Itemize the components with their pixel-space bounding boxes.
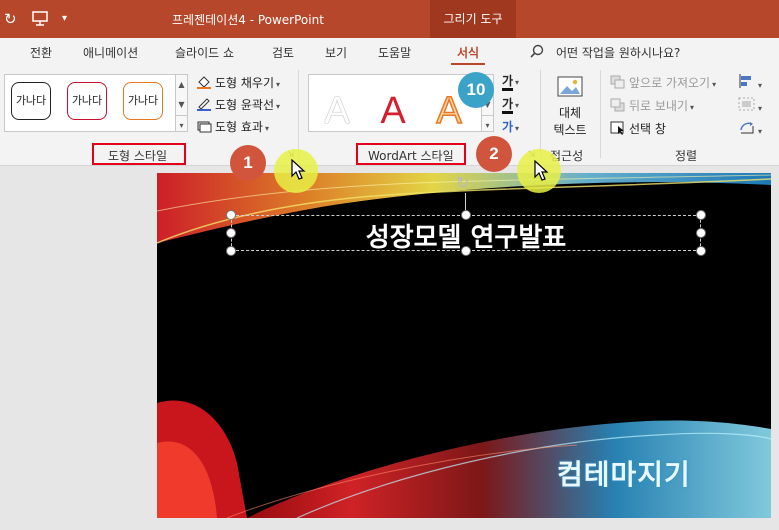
wordart-style-thumb[interactable]: A [317, 87, 357, 135]
align-icon [738, 74, 756, 91]
selection-pane-icon [610, 121, 626, 135]
tell-me-input[interactable]: 어떤 작업을 원하시나요? [556, 44, 680, 61]
pen-icon [196, 97, 212, 111]
tab-animations[interactable]: 애니메이션 [83, 44, 138, 61]
shape-effects-icon [196, 119, 212, 133]
undo-icon[interactable]: ↻ [4, 10, 17, 28]
picture-icon [548, 74, 592, 104]
gallery-scroll[interactable]: ▲ ▼ ▾ [175, 75, 187, 131]
ribbon-tabs: 전환 애니메이션 슬라이드 쇼 검토 보기 도움말 서식 어떤 작업을 원하시나… [0, 38, 779, 66]
tab-transitions[interactable]: 전환 [30, 44, 52, 61]
title-bar: ↻ ▾ 프레젠테이션4 - PowerPoint 그리기 도구 [0, 0, 779, 38]
text-outline-button[interactable]: 가 ▾ [502, 95, 519, 114]
alt-text-button[interactable]: 대체 텍스트 [548, 74, 592, 140]
ribbon: 가나다 가나다 가나다 ▲ ▼ ▾ 도형 채우기 ▾ 도형 윤곽선 ▾ 도형 효과 ▾… [0, 66, 779, 166]
step-badge-10: 10 [458, 72, 494, 108]
text-effects-button[interactable]: 가 ▾ [502, 118, 519, 136]
watermark-logo: 컴테마지기 [557, 458, 691, 491]
align-button[interactable]: ▾ [738, 74, 762, 92]
selection-pane-button[interactable]: 선택 창 [610, 120, 666, 138]
scroll-down-icon[interactable]: ▼ [176, 95, 187, 115]
mouse-pointer-icon [291, 159, 306, 180]
shape-style-gallery: 가나다 가나다 가나다 ▲ ▼ ▾ [4, 74, 188, 132]
shape-style-thumb[interactable]: 가나다 [11, 82, 51, 120]
step-badge-2: 2 [476, 136, 512, 172]
shape-effects-button[interactable]: 도형 효과 ▾ [196, 118, 269, 136]
tab-help[interactable]: 도움말 [378, 44, 411, 61]
customize-quick-access-icon[interactable]: ▾ [62, 10, 67, 28]
shape-style-thumb[interactable]: 가나다 [123, 82, 163, 120]
rotate-button[interactable]: ▾ [738, 120, 762, 138]
slide-title: 성장모델 연구발표 [365, 223, 567, 253]
highlight-box-wordart-styles [356, 143, 466, 165]
presenter-icon[interactable] [32, 10, 48, 28]
highlight-box-shape-styles [92, 143, 186, 165]
mouse-pointer-icon [534, 160, 549, 181]
bring-forward-button[interactable]: 앞으로 가져오기 ▾ [610, 74, 716, 92]
step-badge-1: 1 [230, 145, 266, 181]
rotate-icon [738, 122, 756, 137]
rotate-handle-icon[interactable]: ↻ [456, 173, 469, 192]
gallery-more-icon[interactable]: ▾ [176, 115, 187, 131]
slide-canvas[interactable]: ↻ 성장모델 연구발표 컴테마지기 [157, 173, 771, 518]
shape-style-thumb[interactable]: 가나다 [67, 82, 107, 120]
send-backward-button[interactable]: 뒤로 보내기 ▾ [610, 97, 694, 115]
bring-forward-icon [610, 75, 626, 89]
send-backward-icon [610, 98, 626, 112]
text-fill-button[interactable]: 가 ▾ [502, 72, 519, 91]
arrange-group-label: 정렬 [675, 149, 698, 163]
context-tab-drawing-tools: 그리기 도구 [430, 0, 516, 38]
group-icon [738, 97, 756, 114]
tab-slide-show[interactable]: 슬라이드 쇼 [175, 44, 234, 61]
window-title: 프레젠테이션4 - PowerPoint [172, 13, 324, 27]
tab-review[interactable]: 검토 [272, 44, 294, 61]
tab-view[interactable]: 보기 [325, 44, 347, 61]
tab-format[interactable]: 서식 [450, 44, 486, 65]
group-button[interactable]: ▾ [738, 97, 762, 115]
gallery-more-icon[interactable]: ▾ [482, 115, 493, 131]
shape-fill-button[interactable]: 도형 채우기 ▾ [196, 74, 280, 92]
paint-bucket-icon [196, 75, 212, 89]
wordart-style-thumb[interactable]: A [373, 87, 413, 135]
scroll-up-icon[interactable]: ▲ [176, 75, 187, 95]
search-icon [530, 44, 544, 61]
shape-outline-button[interactable]: 도형 윤곽선 ▾ [196, 96, 280, 114]
